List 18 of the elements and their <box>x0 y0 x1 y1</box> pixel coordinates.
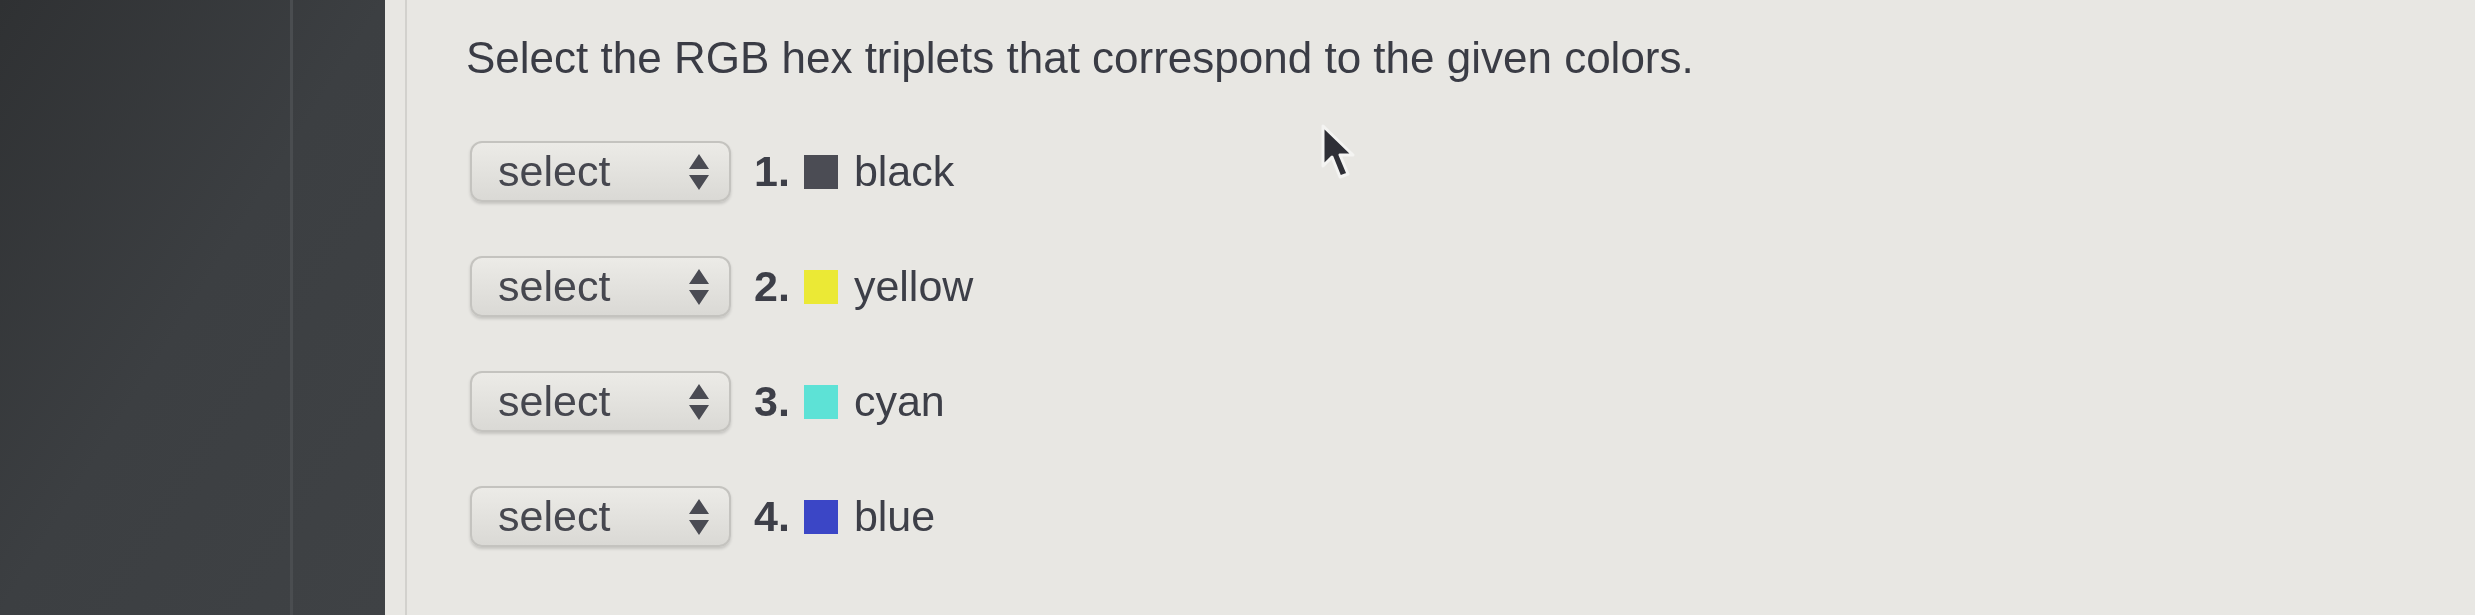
color-name: cyan <box>853 380 945 423</box>
color-name: blue <box>853 495 936 538</box>
up-down-arrows-icon <box>689 268 709 305</box>
item-number: 4. <box>754 495 790 538</box>
select-dropdown[interactable]: select <box>470 371 731 432</box>
item-number: 2. <box>754 265 790 308</box>
item-number: 1. <box>754 150 790 193</box>
up-down-arrows-icon <box>689 498 709 535</box>
question-prompt: Select the RGB hex triplets that correspond to the given colors. <box>466 32 1694 84</box>
select-dropdown[interactable]: select <box>470 256 731 317</box>
up-down-arrows-icon <box>689 383 709 420</box>
item-number: 3. <box>754 380 790 423</box>
select-dropdown[interactable]: select <box>470 486 731 547</box>
color-name: black <box>853 150 955 193</box>
mouse-pointer-icon <box>1321 124 1355 180</box>
up-down-arrows-icon <box>689 153 709 190</box>
select-dropdown[interactable]: select <box>470 141 731 202</box>
color-name: yellow <box>853 265 974 308</box>
